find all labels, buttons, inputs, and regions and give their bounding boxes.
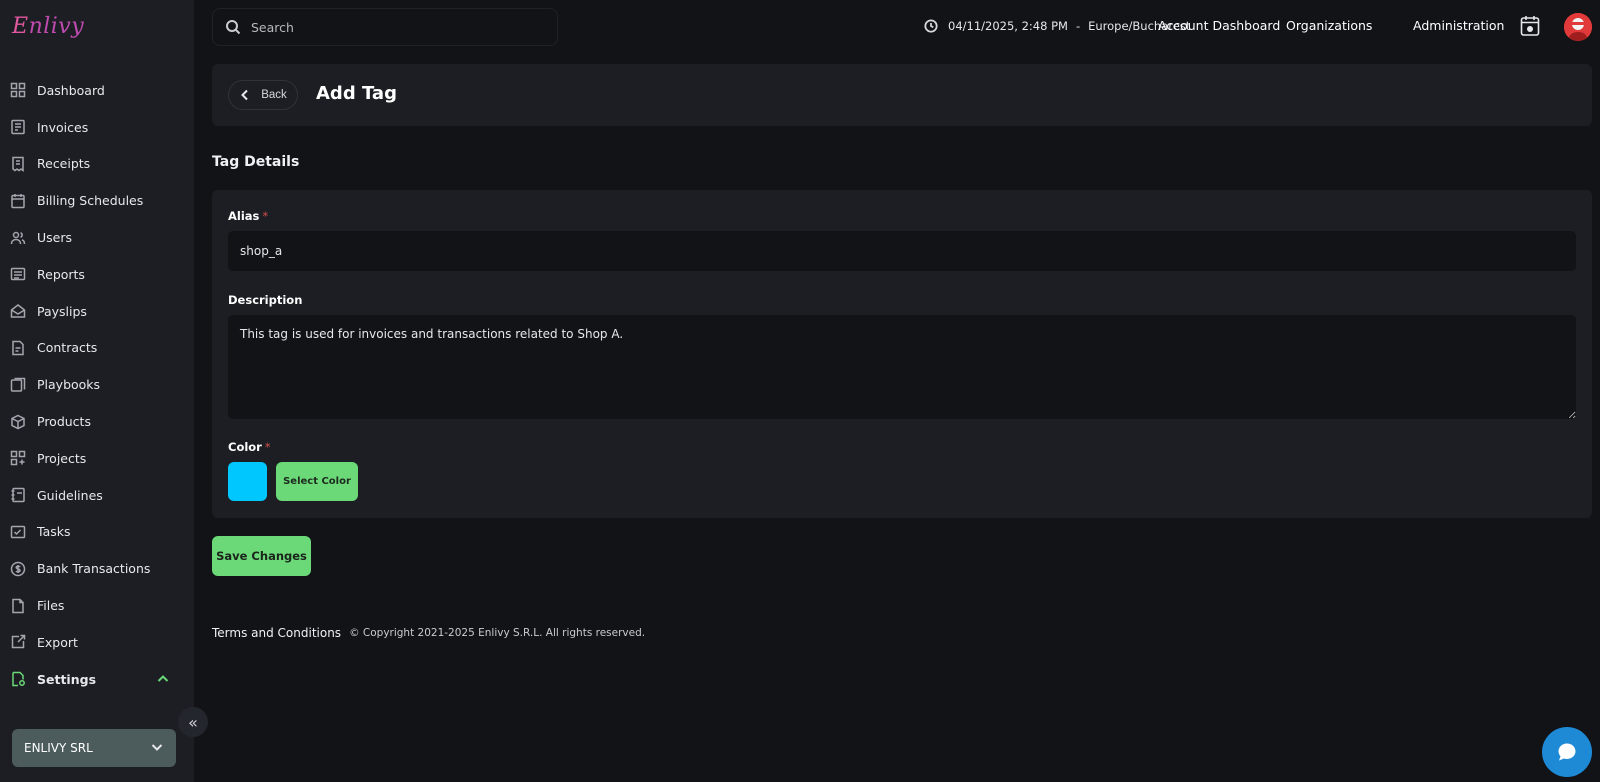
sidebar-item-label: Guidelines bbox=[37, 487, 103, 503]
sidebar-item-label: Export bbox=[37, 634, 78, 650]
enlivy-logo[interactable]: Enlivy bbox=[12, 14, 84, 39]
sidebar-item-label: Reports bbox=[37, 266, 85, 282]
sidebar-item-label: Payslips bbox=[37, 303, 87, 319]
description-textarea[interactable]: This tag is used for invoices and transa… bbox=[228, 315, 1576, 419]
save-changes-button[interactable]: Save Changes bbox=[212, 536, 311, 576]
sidebar-item-label: Invoices bbox=[37, 119, 89, 135]
nav-organizations[interactable]: Organizations bbox=[1286, 18, 1372, 33]
page-title: Add Tag bbox=[316, 83, 397, 104]
users-icon bbox=[10, 230, 26, 246]
sidebar-item-contracts[interactable]: Contracts bbox=[0, 330, 194, 367]
sidebar-item-label: Products bbox=[37, 414, 91, 430]
topbar: 04/11/2025, 2:48 PM - Europe/Bucharest A… bbox=[194, 0, 1600, 54]
sidebar-item-label: Receipts bbox=[37, 156, 91, 172]
receipts-icon bbox=[10, 156, 26, 172]
required-mark: * bbox=[264, 440, 271, 454]
dashboard-icon bbox=[10, 82, 26, 98]
sidebar-item-products[interactable]: Products bbox=[0, 403, 194, 440]
datetime-separator: - bbox=[1075, 19, 1081, 33]
tasks-icon bbox=[10, 524, 26, 540]
search-icon bbox=[226, 20, 241, 35]
sidebar-item-label: Playbooks bbox=[37, 377, 101, 393]
clock-icon bbox=[924, 19, 938, 33]
alias-label-text: Alias bbox=[228, 209, 260, 223]
search-input[interactable] bbox=[251, 19, 531, 35]
sidebar-nav: Dashboard Invoices Receipts Billing Sche… bbox=[0, 72, 194, 698]
chevron-down-icon bbox=[150, 740, 164, 757]
avatar[interactable] bbox=[1564, 13, 1592, 41]
sidebar-item-dashboard[interactable]: Dashboard bbox=[0, 72, 194, 109]
sidebar-item-label: Bank Transactions bbox=[37, 561, 151, 577]
contracts-icon bbox=[10, 340, 26, 356]
nav-administration[interactable]: Administration bbox=[1413, 18, 1504, 33]
sidebar-item-payslips[interactable]: Payslips bbox=[0, 293, 194, 330]
guidelines-icon bbox=[10, 487, 26, 503]
select-color-button[interactable]: Select Color bbox=[276, 462, 358, 501]
sidebar-item-invoices[interactable]: Invoices bbox=[0, 109, 194, 146]
sidebar-item-receipts[interactable]: Receipts bbox=[0, 146, 194, 183]
description-label: Description bbox=[228, 293, 302, 307]
sidebar-item-label: Files bbox=[37, 598, 65, 614]
chat-widget-button[interactable] bbox=[1542, 727, 1592, 777]
payslips-icon bbox=[10, 303, 26, 319]
bank-transactions-icon bbox=[10, 561, 26, 577]
sidebar-item-projects[interactable]: Projects bbox=[0, 440, 194, 477]
sidebar-item-reports[interactable]: Reports bbox=[0, 256, 194, 293]
sidebar-item-bank-transactions[interactable]: Bank Transactions bbox=[0, 550, 194, 587]
sidebar-item-label: Projects bbox=[37, 450, 87, 466]
footer: Terms and Conditions © Copyright 2021-20… bbox=[212, 626, 645, 640]
billing-schedules-icon bbox=[10, 193, 26, 209]
projects-icon bbox=[10, 450, 26, 466]
files-icon bbox=[10, 598, 26, 614]
page-header: Back Add Tag bbox=[212, 64, 1592, 126]
chevron-up-icon[interactable] bbox=[156, 672, 170, 686]
sidebar-item-label: Contracts bbox=[37, 340, 98, 356]
search-box[interactable] bbox=[212, 8, 558, 46]
calendar-icon[interactable] bbox=[1520, 15, 1540, 37]
color-swatch[interactable] bbox=[228, 462, 267, 501]
nav-account-dashboard[interactable]: Account Dashboard bbox=[1158, 18, 1280, 33]
sidebar-item-guidelines[interactable]: Guidelines bbox=[0, 477, 194, 514]
organization-select[interactable]: ENLIVY SRL bbox=[12, 729, 176, 767]
export-icon bbox=[10, 634, 26, 650]
sidebar-item-tasks[interactable]: Tasks bbox=[0, 514, 194, 551]
terms-link[interactable]: Terms and Conditions bbox=[212, 626, 341, 640]
alias-label: Alias * bbox=[228, 209, 268, 223]
tag-details-form: Alias* Description This tag is used for … bbox=[212, 190, 1592, 518]
description-label-text: Description bbox=[228, 293, 303, 307]
color-label-text: Color bbox=[228, 440, 262, 454]
sidebar-item-files[interactable]: Files bbox=[0, 587, 194, 624]
sidebar: Enlivy Dashboard Invoices Receipts Billi… bbox=[0, 0, 208, 782]
copyright-text: © Copyright 2021-2025 Enlivy S.R.L. All … bbox=[349, 627, 646, 639]
sidebar-item-playbooks[interactable]: Playbooks bbox=[0, 366, 194, 403]
sidebar-item-label: Tasks bbox=[37, 524, 71, 540]
sidebar-item-label: Dashboard bbox=[37, 82, 105, 98]
alias-input[interactable] bbox=[228, 231, 1576, 271]
sidebar-item-export[interactable]: Export bbox=[0, 624, 194, 661]
sidebar-item-label: Settings bbox=[37, 671, 97, 687]
sidebar-item-label: Billing Schedules bbox=[37, 193, 144, 209]
products-icon bbox=[10, 414, 26, 430]
back-button-label: Back bbox=[261, 89, 287, 101]
organization-name: ENLIVY SRL bbox=[24, 741, 93, 755]
playbooks-icon bbox=[10, 377, 26, 393]
sidebar-item-billing-schedules[interactable]: Billing Schedules bbox=[0, 182, 194, 219]
sidebar-item-label: Users bbox=[37, 230, 73, 246]
chevron-left-icon bbox=[241, 89, 248, 101]
required-mark: * bbox=[262, 209, 269, 223]
color-label: Color * bbox=[228, 440, 271, 454]
sidebar-item-users[interactable]: Users bbox=[0, 219, 194, 256]
back-button[interactable]: Back bbox=[228, 80, 298, 110]
reports-icon bbox=[10, 266, 26, 282]
datetime-display: 04/11/2025, 2:48 PM - Europe/Bucharest bbox=[924, 19, 1190, 33]
double-chevron-left-icon: « bbox=[188, 712, 198, 732]
invoices-icon bbox=[10, 119, 26, 135]
settings-icon bbox=[10, 671, 26, 687]
section-title: Tag Details bbox=[212, 154, 300, 170]
collapse-sidebar-button[interactable]: « bbox=[178, 707, 208, 737]
sidebar-item-settings[interactable]: Settings bbox=[0, 661, 194, 698]
current-datetime: 04/11/2025, 2:48 PM bbox=[948, 19, 1068, 33]
chat-bubble-icon bbox=[1558, 743, 1576, 761]
